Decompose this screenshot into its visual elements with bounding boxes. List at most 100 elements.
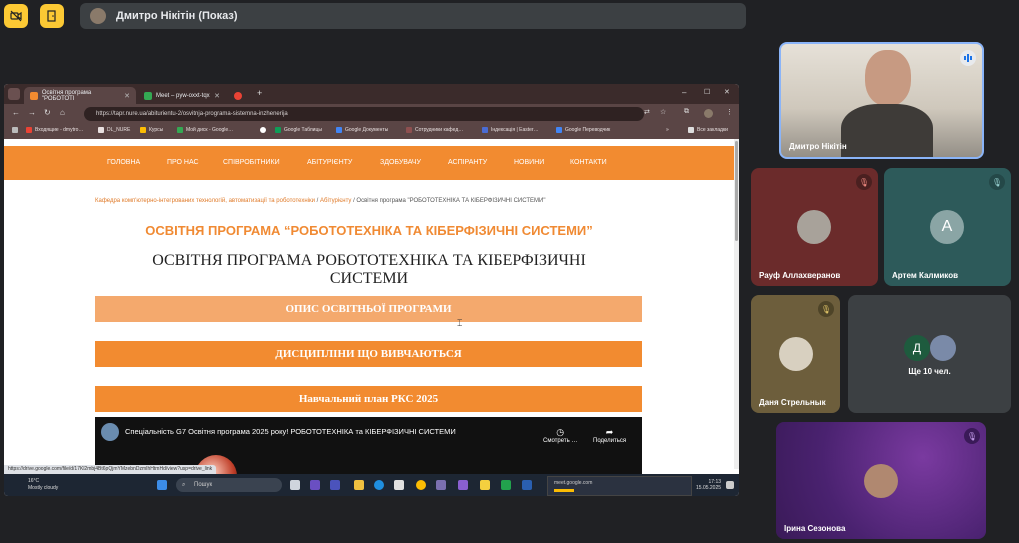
breadcrumb-link[interactable]: Абітурієнту <box>320 198 351 204</box>
breadcrumb-current: Освітня програма "РОБОТОТЕХНІКА ТА КІБЕР… <box>356 198 546 204</box>
presenter-banner[interactable]: Дмитро Нікітін (Показ) <box>80 3 746 29</box>
app-icon[interactable] <box>522 480 532 490</box>
maximize-icon[interactable]: ☐ <box>704 88 710 96</box>
share-label: Поделиться <box>593 438 627 444</box>
teams-icon[interactable] <box>330 480 340 490</box>
bookmark-star-icon[interactable]: ☆ <box>660 108 666 116</box>
share-button[interactable]: ➦ Поделиться <box>593 427 627 444</box>
participant-tile[interactable]: 🎙︎ A Артем Калмиков <box>884 168 1011 286</box>
nav-students[interactable]: ЗДОБУВАЧУ <box>380 159 421 166</box>
bookmark-item[interactable]: Індексація | Easter… <box>482 127 539 133</box>
extensions-icon[interactable]: ⧉ <box>684 108 689 116</box>
bookmark-item[interactable]: Курсы <box>140 127 163 133</box>
bookmark-item[interactable]: Google Документы <box>336 127 388 133</box>
back-icon[interactable]: ← <box>12 108 20 117</box>
nav-contacts[interactable]: КОНТАКТИ <box>570 159 607 166</box>
app-icon[interactable] <box>501 480 511 490</box>
new-tab-icon[interactable]: + <box>257 88 262 98</box>
meet-favicon <box>144 91 152 100</box>
close-tab-icon[interactable]: ✕ <box>124 92 130 100</box>
bookmark-item[interactable]: Google Таблицы <box>275 127 322 133</box>
edge-icon[interactable] <box>374 480 384 490</box>
bookmark-item[interactable]: DL_NURE <box>98 127 130 133</box>
menu-dots-icon[interactable]: ⋮ <box>726 108 733 116</box>
subtitle-line: ОСВІТНЯ ПРОГРАМА РОБОТОТЕХНІКА ТА КІБЕРФ… <box>152 252 586 269</box>
meet-sharing-popup[interactable]: meet.google.com <box>547 476 692 496</box>
home-icon[interactable]: ⌂ <box>60 108 65 117</box>
taskbar-search[interactable]: ⌕ Пошук <box>176 478 282 492</box>
weather-widget[interactable]: 16°C Mostly cloudy <box>14 478 58 492</box>
more-bookmarks-icon[interactable]: » <box>666 127 669 133</box>
participant-tile[interactable]: 🎙︎ Даня Стрельнык <box>751 295 840 413</box>
bookmark-item[interactable]: Сотрудники кафед… <box>406 127 463 133</box>
watch-later-label: Смотреть … <box>543 438 578 444</box>
breadcrumb-link[interactable]: Кафедра комп'ютерно-інтегрованих техноло… <box>95 198 315 204</box>
start-icon[interactable] <box>157 480 167 490</box>
scroll-thumb[interactable] <box>735 141 738 241</box>
breadcrumb-separator: / <box>316 198 319 204</box>
app-icon[interactable] <box>436 480 446 490</box>
store-icon[interactable] <box>394 480 404 490</box>
copilot-icon[interactable] <box>310 480 320 490</box>
watch-later-button[interactable]: ◷ Смотреть … <box>543 427 578 444</box>
tab-meet[interactable]: Meet – pyw-oxxt-tqx ✕ <box>138 87 226 104</box>
chrome-icon[interactable] <box>416 480 426 490</box>
participant-tile[interactable]: 🎙︎ Рауф Аллахверанов <box>751 168 878 286</box>
tab-education-program[interactable]: Освітня програма "РОБОТОТІ ✕ <box>24 87 136 104</box>
shared-screen: Освітня програма "РОБОТОТІ ✕ Meet – pyw-… <box>4 84 739 496</box>
tab-recording[interactable] <box>228 87 254 104</box>
participant-name: Даня Стрельнык <box>759 398 826 407</box>
avatar: Д <box>904 335 930 361</box>
participant-tile-presenter[interactable]: Дмитро Нікітін <box>779 42 984 159</box>
search-icon: ⌕ <box>182 482 186 488</box>
nav-applicants[interactable]: АБІТУРІЄНТУ <box>307 159 352 166</box>
bookmark-item[interactable]: Мой диск - Google… <box>177 127 233 133</box>
video-title[interactable]: Спеціальність G7 Освітня програма 2025 р… <box>125 427 456 436</box>
notes-icon[interactable] <box>480 480 490 490</box>
nav-home[interactable]: ГОЛОВНА <box>107 159 140 166</box>
close-window-icon[interactable]: ✕ <box>724 88 730 96</box>
address-bar[interactable]: https://tapr.nure.ua/abiturientu-2/osvit… <box>84 107 644 121</box>
clock-icon: ◷ <box>556 427 565 437</box>
share-icon: ➦ <box>605 427 614 437</box>
study-plan-button[interactable]: Навчальний план РКС 2025 <box>95 386 642 412</box>
channel-logo[interactable] <box>101 423 119 441</box>
record-icon <box>234 91 242 100</box>
bookmark-item[interactable]: Google Переводчик <box>556 127 610 133</box>
nav-phd[interactable]: АСПІРАНТУ <box>448 159 487 166</box>
tab-search-button[interactable] <box>8 88 20 100</box>
apps-icon[interactable] <box>12 127 21 133</box>
profile-icon[interactable] <box>704 109 713 118</box>
nav-staff[interactable]: СПІВРОБІТНИКИ <box>223 159 280 166</box>
page-title: ОСВІТНЯ ПРОГРАМА “РОБОТОТЕХНІКА ТА КІБЕР… <box>145 223 593 238</box>
participant-tile[interactable]: 🎙︎ Ірина Сезонова <box>776 422 986 539</box>
program-description-button[interactable]: ОПИС ОСВІТНЬОЇ ПРОГРАМИ <box>95 296 642 322</box>
exit-presentation-button[interactable] <box>40 4 64 28</box>
minimize-icon[interactable]: – <box>682 88 686 97</box>
translate-icon[interactable]: ⇄ <box>644 108 650 116</box>
taskview-icon[interactable] <box>290 480 300 490</box>
reload-icon[interactable]: ↻ <box>44 108 51 117</box>
forward-icon[interactable]: → <box>28 108 36 117</box>
notifications-icon[interactable] <box>726 481 734 489</box>
mic-off-icon: 🎙︎ <box>964 428 980 444</box>
taskbar-clock[interactable]: 17:13 15.05.2025 <box>696 479 721 491</box>
bookmark-item[interactable] <box>260 127 269 133</box>
sharing-bar <box>554 489 574 492</box>
search-placeholder: Пошук <box>194 482 213 488</box>
avatar <box>864 464 898 498</box>
more-participants-tile[interactable]: Д Ще 10 чел. <box>848 295 1011 413</box>
bookmark-item[interactable]: Входящие - dmytro… <box>26 127 83 133</box>
visual-studio-icon[interactable] <box>458 480 468 490</box>
disciplines-button[interactable]: ДИСЦИПЛІНИ ЩО ВИВЧАЮТЬСЯ <box>95 341 642 367</box>
file-explorer-icon[interactable] <box>354 480 364 490</box>
page-scrollbar[interactable] <box>734 139 739 469</box>
nav-news[interactable]: НОВИНИ <box>514 159 544 166</box>
weather-temp: 16°C <box>28 478 40 484</box>
camera-off-button[interactable] <box>4 4 28 28</box>
nav-about[interactable]: ПРО НАС <box>167 159 199 166</box>
close-tab-icon[interactable]: ✕ <box>214 92 220 100</box>
all-bookmarks[interactable]: Все закладки <box>688 127 728 133</box>
mic-off-icon: 🎙︎ <box>989 174 1005 190</box>
participant-name: Артем Калмиков <box>892 271 959 280</box>
